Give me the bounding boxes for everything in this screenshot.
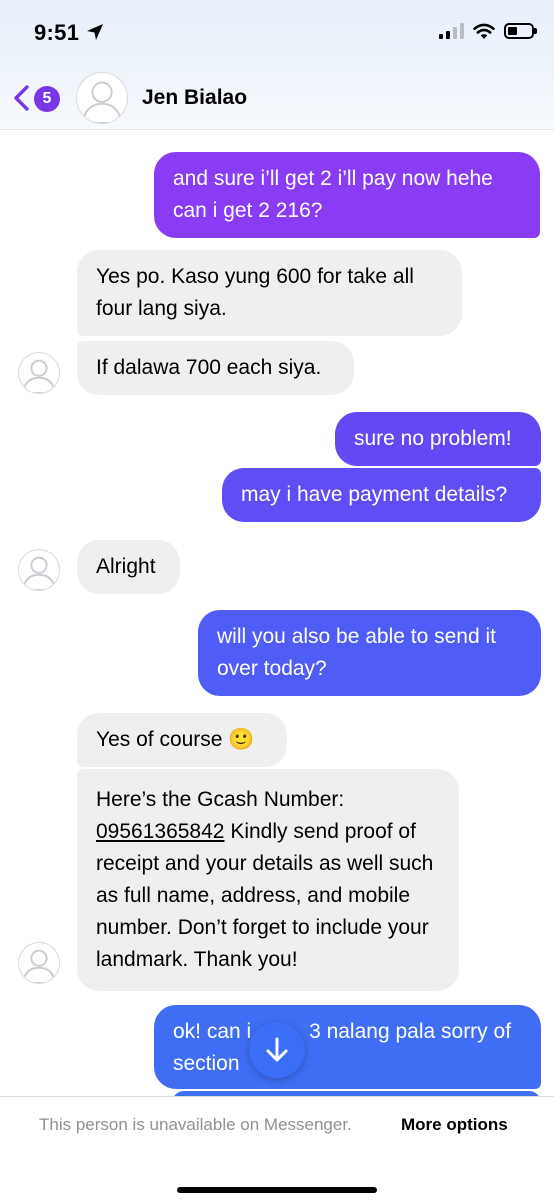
unavailable-notice: This person is unavailable on Messenger. [39,1115,352,1134]
home-indicator[interactable] [177,1187,377,1193]
unread-count-badge: 5 [34,86,60,112]
message-text: sure no problem! [354,427,512,450]
wifi-icon [473,23,495,39]
back-button[interactable]: 5 [12,82,64,114]
default-avatar-icon [21,949,57,983]
default-avatar-icon [81,81,123,123]
arrow-down-icon [266,1037,288,1062]
footer-bar: This person is unavailable on Messenger.… [0,1096,554,1200]
contact-avatar-small[interactable] [18,549,60,591]
default-avatar-icon [21,556,57,590]
message-text: Here’s the Gcash Number: [96,788,345,811]
incoming-message[interactable]: Alright [77,540,180,594]
outgoing-message[interactable]: will you also be able to send it over to… [198,610,541,696]
message-text: Yes of course 🙂 [96,728,255,751]
message-text: ok! can i [173,1020,252,1043]
scroll-to-bottom-button[interactable] [249,1022,305,1078]
contact-avatar[interactable] [76,72,128,124]
status-icons [439,22,537,40]
more-options-button[interactable]: More options [401,1115,508,1135]
contact-name[interactable]: Jen Bialao [142,86,247,110]
contact-avatar-small[interactable] [18,942,60,984]
outgoing-message[interactable]: and sure i’ll get 2 i’ll pay now hehe ca… [154,152,540,238]
outgoing-message[interactable]: sure no problem! [335,412,541,466]
message-text: and sure i’ll get 2 i’ll pay now hehe ca… [173,167,493,222]
battery-icon [504,23,537,39]
incoming-message[interactable]: Yes po. Kaso yung 600 for take all four … [77,250,462,336]
cellular-signal-icon [439,23,464,39]
incoming-message[interactable]: Yes of course 🙂 [77,713,287,767]
contact-avatar-small[interactable] [18,352,60,394]
message-text: 3 nalang pala sorry of [309,1020,512,1043]
message-text: Yes po. Kaso yung 600 for take all four … [96,265,414,320]
top-bar: 9:51 5 Jen Bialao [0,0,554,130]
outgoing-message[interactable]: ok! can i 3 nalang pala sorry of section [154,1005,541,1089]
incoming-message[interactable]: Here’s the Gcash Number: 09561365842 Kin… [77,769,459,991]
outgoing-message[interactable]: may i have payment details? [222,468,541,522]
message-text: section [173,1052,240,1075]
default-avatar-icon [21,359,57,393]
message-text: Alright [96,555,156,578]
incoming-message[interactable]: If dalawa 700 each siya. [77,341,354,395]
chevron-left-icon [14,85,29,111]
message-text: If dalawa 700 each siya. [96,356,322,379]
location-arrow-icon [87,24,103,40]
message-text: may i have payment details? [241,483,508,506]
status-time: 9:51 [34,20,80,45]
gcash-number-link[interactable]: 09561365842 [96,820,224,843]
message-text: will you also be able to send it over to… [217,625,496,680]
